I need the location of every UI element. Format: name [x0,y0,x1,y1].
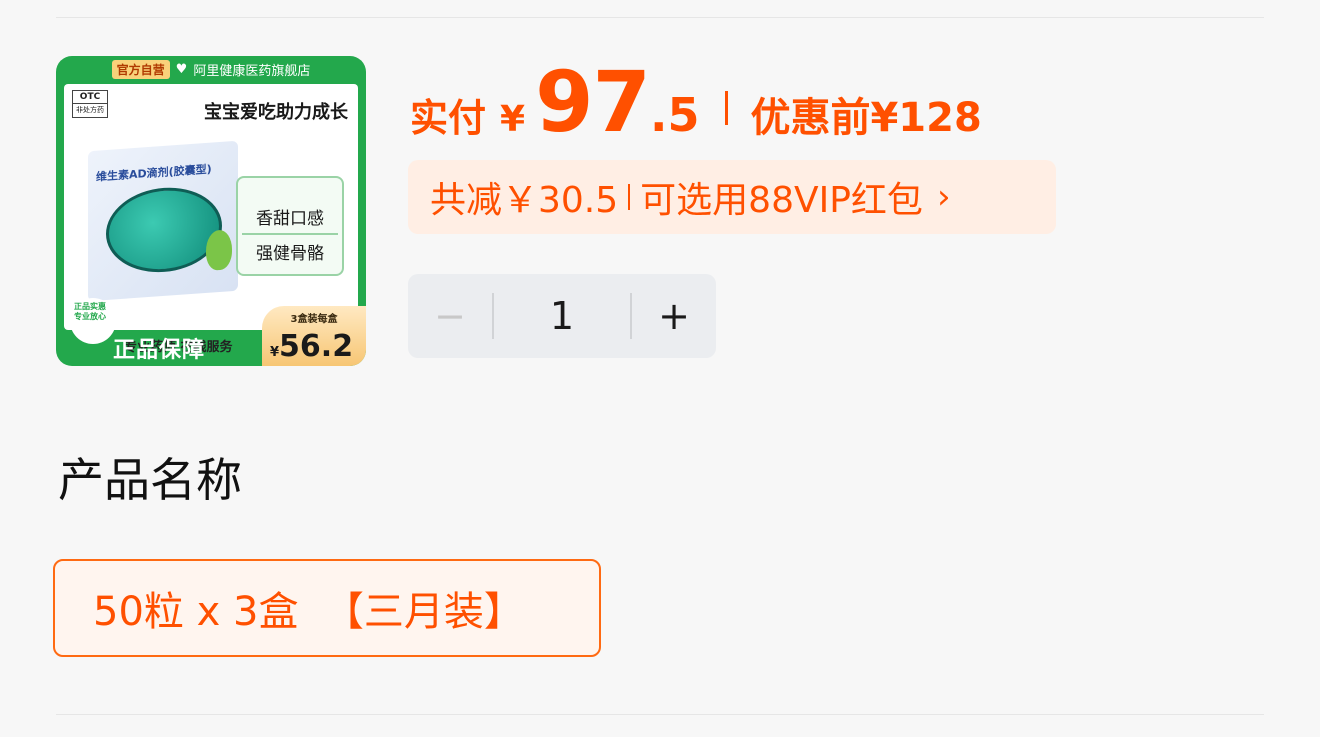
sku-option[interactable]: 50粒 x 3盒 【三月装】 [53,559,601,657]
image-panel: OTC 非处方药 宝宝爱吃助力成长 维生素AD滴剂(胶囊型) 香甜口感 强健骨骼… [64,84,358,355]
original-price-label: 优惠前 [750,95,871,141]
unit-price-value: ¥56.2 [270,329,354,364]
store-name: 阿里健康医药旗舰店 [193,63,311,79]
discount-total: 共减￥30.5 [430,180,619,221]
quantity-stepper: − 1 + [408,274,716,358]
product-image[interactable]: 官方自营 ♥ 阿里健康医药旗舰店 OTC 非处方药 宝宝爱吃助力成长 维生素AD… [56,56,366,366]
quantity-value[interactable]: 1 [494,294,630,338]
mascot-graphic [206,229,232,271]
unit-price-badge: 3盒装每盒 ¥56.2 [262,306,366,366]
heart-logo-icon: ♥ [175,61,188,77]
otc-badge: OTC 非处方药 [72,90,108,118]
feature-item: 香甜口感 [256,209,324,229]
price-decimal: .5 [649,88,700,142]
official-tag: 官方自营 [111,59,170,79]
price-line: 实付 ¥ 97 .5 优惠前 ¥128 [410,53,982,151]
store-banner: 官方自营 ♥ 阿里健康医药旗舰店 [56,56,366,82]
capsule-graphic [106,183,222,276]
section-title: 产品名称 [58,453,242,507]
feature-item: 强健骨骼 [242,233,338,264]
unit-price-label: 3盒装每盒 [290,314,338,325]
decrease-button[interactable]: − [408,294,492,338]
paid-label: 实付 [410,96,487,140]
guarantee-label: 正品保障 [112,338,205,363]
bottom-divider [56,714,1264,715]
increase-button[interactable]: + [632,294,716,338]
discount-banner[interactable]: 共减￥30.5 可选用88VIP红包 › [408,160,1056,234]
coupon-text: 可选用88VIP红包 [640,180,923,221]
top-divider [56,17,1264,18]
discount-separator [628,184,631,210]
price-separator [725,91,729,125]
medicine-box: 维生素AD滴剂(胶囊型) [88,140,238,302]
feature-list: 香甜口感 强健骨骼 [236,176,344,276]
price-integer: 97 [535,53,651,151]
chevron-right-icon: › [936,177,951,217]
image-slogan: 宝宝爱吃助力成长 [204,102,348,123]
currency-symbol: ¥ [500,99,526,140]
original-price-value: ¥128 [870,95,982,141]
box-name: 维生素AD滴剂(胶囊型) [96,162,212,184]
